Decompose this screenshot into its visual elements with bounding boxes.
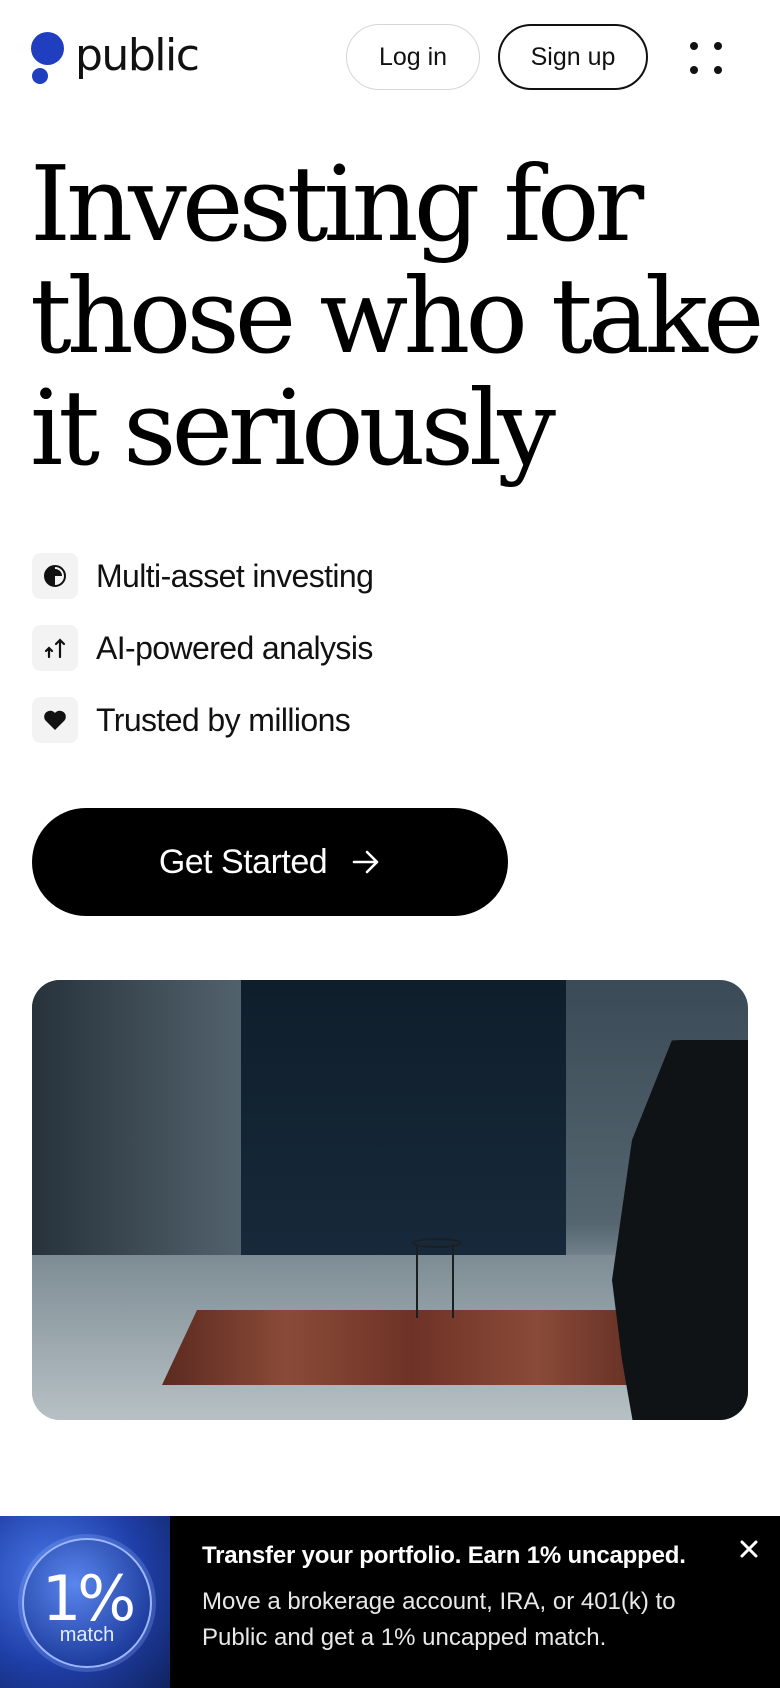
heart-icon	[32, 697, 78, 743]
match-badge: 1% match	[22, 1538, 152, 1668]
arrow-right-icon	[352, 850, 379, 874]
get-started-button[interactable]: Get Started	[32, 808, 508, 916]
close-icon	[740, 1540, 758, 1558]
close-button[interactable]	[738, 1538, 760, 1560]
stool	[412, 1238, 462, 1248]
badge-caption: match	[59, 1624, 115, 1646]
hero-title: Investing for those who take it seriousl…	[30, 143, 764, 489]
feature-label: AI-powered analysis	[96, 629, 373, 666]
pie-chart-icon	[32, 553, 78, 599]
public-logo[interactable]: public	[31, 29, 200, 86]
rug	[162, 1310, 662, 1385]
get-started-label: Get Started	[158, 842, 328, 881]
signup-button[interactable]: Sign up	[498, 24, 648, 90]
promo-image: 1% match	[0, 1516, 170, 1688]
login-button[interactable]: Log in	[346, 24, 480, 90]
backdrop-curtain	[241, 980, 566, 1258]
promo-body: Move a brokerage account, IRA, or 401(k)…	[202, 1588, 676, 1651]
feature-label: Multi-asset investing	[96, 557, 374, 594]
hero-video[interactable]	[32, 980, 748, 1420]
feature-item: AI-powered analysis	[32, 625, 373, 671]
feature-label: Trusted by millions	[96, 701, 351, 738]
logo-mark-icon	[31, 30, 67, 86]
feature-item: Multi-asset investing	[32, 553, 374, 599]
feature-list: Multi-asset investing AI-powered analysi…	[32, 553, 374, 769]
promo-title: Transfer your portfolio. Earn 1% uncappe…	[202, 1542, 686, 1569]
menu-button[interactable]	[686, 38, 726, 78]
logo-text: public	[75, 29, 200, 81]
top-nav: public Log in Sign up	[0, 0, 780, 118]
feature-item: Trusted by millions	[32, 697, 373, 743]
arrows-up-icon	[32, 625, 78, 671]
